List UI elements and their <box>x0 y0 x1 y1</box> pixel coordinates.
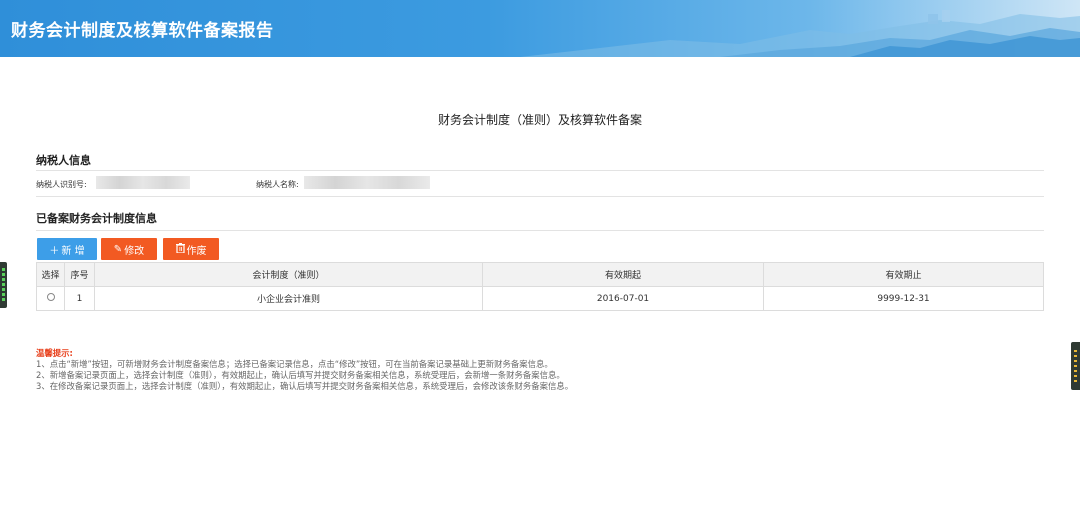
column-header-end-date: 有效期止 <box>763 262 1044 287</box>
edit-button[interactable]: ✎ 修改 <box>101 238 157 260</box>
form-title: 财务会计制度（准则）及核算软件备案 <box>437 113 642 127</box>
app-title: 财务会计制度及核算软件备案报告 <box>11 21 274 41</box>
edit-button-label: 修改 <box>124 245 145 257</box>
table-header-row: 选择 序号 会计制度（准则） 有效期起 有效期止 <box>36 262 1044 287</box>
column-header-select: 选择 <box>36 262 65 287</box>
column-header-number: 序号 <box>64 262 95 287</box>
taxpayer-id-value-redacted <box>96 176 190 189</box>
taxpayer-name-label: 纳税人名称: <box>256 180 299 189</box>
void-button-label: 作废 <box>186 245 207 257</box>
taxpayer-id-label: 纳税人识别号: <box>36 180 87 189</box>
trash-icon <box>175 242 185 256</box>
add-button[interactable]: ＋ 新 增 <box>37 238 97 260</box>
tips-panel: 温馨提示: 1、点击“新增”按钮，可新增财务会计制度备案信息；选择已备案记录信息… <box>36 348 573 392</box>
row-start-date: 2016-07-01 <box>482 286 764 311</box>
plus-icon: ＋ <box>49 245 60 257</box>
row-select-radio[interactable] <box>46 293 55 301</box>
divider <box>36 196 1044 197</box>
row-end-date: 9999-12-31 <box>763 286 1044 311</box>
right-side-widget[interactable] <box>1071 342 1080 390</box>
taxpayer-section-title: 纳税人信息 <box>36 154 91 167</box>
row-number: 1 <box>64 286 95 311</box>
taxpayer-name-value-redacted <box>304 176 430 189</box>
column-header-rule: 会计制度（准则） <box>94 262 483 287</box>
tip-line: 2、新增备案记录页面上，选择会计制度（准则），有效期起止，确认后填写并提交财务备… <box>36 370 565 380</box>
great-wall-banner-image <box>520 10 1080 57</box>
pencil-icon: ✎ <box>113 243 123 255</box>
records-table: 选择 序号 会计制度（准则） 有效期起 有效期止 1 小企业会计准则 2016-… <box>36 262 1044 311</box>
divider <box>36 170 1044 171</box>
table-row[interactable]: 1 小企业会计准则 2016-07-01 9999-12-31 <box>36 286 1044 311</box>
add-button-label: 新 增 <box>61 245 85 257</box>
tip-line: 1、点击“新增”按钮，可新增财务会计制度备案信息；选择已备案记录信息，点击“修改… <box>36 359 553 369</box>
divider <box>36 230 1044 231</box>
column-header-start-date: 有效期起 <box>482 262 764 287</box>
page-header: 财务会计制度及核算软件备案报告 <box>0 0 1080 57</box>
records-section-title: 已备案财务会计制度信息 <box>36 212 157 225</box>
row-rule: 小企业会计准则 <box>94 286 483 311</box>
tip-line: 3、在修改备案记录页面上，选择会计制度（准则），有效期起止，确认后填写并提交财务… <box>36 381 574 391</box>
tips-title: 温馨提示: <box>36 348 73 358</box>
left-side-widget[interactable] <box>0 262 7 308</box>
void-button[interactable]: 作废 <box>163 238 219 260</box>
row-select-cell[interactable] <box>36 286 65 311</box>
